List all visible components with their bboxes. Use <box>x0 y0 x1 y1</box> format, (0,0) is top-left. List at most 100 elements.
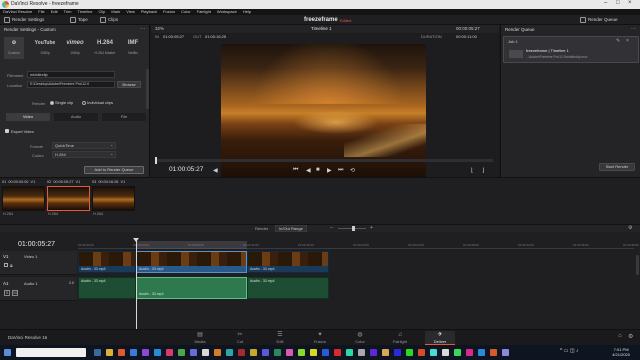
playhead[interactable] <box>133 238 139 329</box>
loop-icon[interactable]: ⟲ <box>350 167 355 174</box>
discord-icon[interactable] <box>190 349 197 356</box>
app-icon[interactable] <box>478 349 485 356</box>
clips-toggle[interactable]: Clips <box>100 16 118 24</box>
home-icon[interactable]: ⌂ <box>618 333 622 339</box>
individual-clips-option[interactable]: Individual clips <box>82 100 113 105</box>
render-job[interactable]: Job 1 ✎ × freezeframe | Timeline 1 ...\A… <box>503 36 639 63</box>
app-icon[interactable] <box>394 349 401 356</box>
edge-icon[interactable] <box>130 349 137 356</box>
app-icon[interactable] <box>490 349 497 356</box>
app-icon[interactable] <box>226 349 233 356</box>
start-render-button[interactable]: Start Render <box>599 163 635 171</box>
whatsapp-icon[interactable] <box>454 349 461 356</box>
queue-options-icon[interactable]: ··· <box>631 26 636 32</box>
app-icon[interactable] <box>250 349 257 356</box>
clip-item[interactable]: 03 00:00:16:26 V1 H.264 <box>92 180 135 216</box>
zoom-in-icon[interactable]: + <box>370 225 373 231</box>
browse-button[interactable]: Browse <box>117 81 141 88</box>
audio-clip[interactable]: Austin - 33.mp4 <box>136 277 247 299</box>
app-icon[interactable] <box>442 349 449 356</box>
tab-audio[interactable]: Audio <box>54 113 98 121</box>
edit-job-icon[interactable]: ✎ <box>616 38 620 44</box>
preset-custom[interactable]: ⚙ Custom <box>4 37 24 59</box>
app-icon[interactable] <box>358 349 365 356</box>
tab-video[interactable]: Video <box>6 113 50 121</box>
delete-job-icon[interactable]: × <box>626 38 629 44</box>
app-icon[interactable] <box>214 349 221 356</box>
app-icon[interactable] <box>298 349 305 356</box>
mute-button[interactable]: M <box>12 290 18 296</box>
app-icon[interactable] <box>274 349 281 356</box>
go-to-start-icon[interactable]: ⏮ <box>293 167 298 174</box>
photoshop-icon[interactable] <box>154 349 161 356</box>
single-clip-radio[interactable] <box>50 100 54 105</box>
preset-youtube[interactable]: YouTube 1080p <box>32 37 58 59</box>
spotify-icon[interactable] <box>178 349 185 356</box>
add-to-render-queue-button[interactable]: Add to Render Queue <box>84 166 144 174</box>
app-icon[interactable] <box>370 349 377 356</box>
single-clip-option[interactable]: Single clip <box>50 100 73 105</box>
lock-icon[interactable]: 🔒︎ <box>10 263 13 269</box>
system-tray-icons[interactable]: ^ ▭ ◫ ♪ <box>560 348 578 354</box>
filename-input[interactable]: middleclip <box>27 71 115 78</box>
app-icon[interactable] <box>418 349 425 356</box>
codec-select[interactable]: H.264 <box>52 151 116 158</box>
app-icon[interactable] <box>262 349 269 356</box>
video-clip[interactable]: Austin - 33.mp4 <box>78 251 136 273</box>
play-icon[interactable]: ▶ <box>327 167 332 174</box>
file-explorer-icon[interactable] <box>106 349 113 356</box>
app-icon[interactable] <box>382 349 389 356</box>
audio-clip[interactable]: Austin - 33.mp4 <box>247 277 329 299</box>
mark-out-icon[interactable]: ⌋ <box>482 167 484 174</box>
page-color[interactable]: ◍ Color <box>345 331 375 345</box>
taskbar-search-box[interactable] <box>16 348 86 357</box>
settings-gear-icon[interactable]: ⚙ <box>628 333 633 340</box>
viewer-scrubber[interactable] <box>155 157 493 164</box>
premiere-icon[interactable] <box>142 349 149 356</box>
timeline-options-icon[interactable]: ⚙ <box>628 225 632 231</box>
export-video-checkbox[interactable] <box>5 129 9 133</box>
illustrator-icon[interactable] <box>166 349 173 356</box>
davinci-resolve-taskbar-icon[interactable] <box>202 349 209 356</box>
close-icon[interactable]: × <box>628 0 632 6</box>
page-edit[interactable]: ☰ Edit <box>265 331 295 345</box>
app-icon[interactable] <box>286 349 293 356</box>
page-deliver[interactable]: ✈ Deliver <box>425 331 455 345</box>
video-clip[interactable]: Austin - 33.mp4 <box>136 251 247 273</box>
zoom-out-icon[interactable]: − <box>330 225 333 231</box>
app-icon[interactable] <box>346 349 353 356</box>
mark-in-icon[interactable]: ⌊ <box>471 167 473 174</box>
app-icon[interactable] <box>322 349 329 356</box>
play-reverse-icon[interactable]: ◀ <box>306 167 311 174</box>
render-queue-toggle[interactable]: Render Queue <box>580 16 618 24</box>
page-media[interactable]: ▤ Media <box>185 331 215 345</box>
app-icon[interactable] <box>502 349 509 356</box>
track-toggle-icon[interactable] <box>4 263 8 267</box>
video-clip[interactable]: Austin - 33.mp4 <box>247 251 329 273</box>
render-settings-toggle[interactable]: Render Settings <box>4 16 44 24</box>
clip-item[interactable]: 02 00:00:05:27 V1 H.264 <box>47 180 90 216</box>
format-select[interactable]: QuickTime <box>52 142 116 149</box>
zoom-level[interactable]: 32% <box>155 26 164 31</box>
stop-icon[interactable]: ■ <box>316 167 320 173</box>
task-view-icon[interactable] <box>94 349 101 356</box>
browser-icon[interactable] <box>118 349 125 356</box>
page-fusion[interactable]: ✦ Fusion <box>305 331 335 345</box>
preset-vimeo[interactable]: vimeo 1080p <box>62 37 88 59</box>
clip-item[interactable]: 01 00:00:00:00 V1 H.264 <box>2 180 45 216</box>
preset-h264[interactable]: H.264 H.264 Master <box>92 37 118 59</box>
app-icon[interactable] <box>334 349 341 356</box>
app-icon[interactable] <box>238 349 245 356</box>
timeline-name[interactable]: Timeline 1 <box>311 26 332 31</box>
minimize-icon[interactable]: – <box>604 0 607 6</box>
page-fairlight[interactable]: ♫ Fairlight <box>385 331 415 345</box>
zoom-slider[interactable] <box>338 226 366 231</box>
timeline-scrollbar[interactable] <box>636 255 639 275</box>
preset-imf[interactable]: IMF Netflix <box>122 37 144 59</box>
individual-clips-radio[interactable] <box>82 100 86 105</box>
solo-button[interactable]: S <box>4 290 10 296</box>
go-to-end-icon[interactable]: ⏭ <box>338 167 343 174</box>
zoom-slider-handle[interactable] <box>352 226 355 231</box>
settings-scrollbar[interactable] <box>146 69 149 109</box>
maximize-icon[interactable]: □ <box>616 0 620 6</box>
